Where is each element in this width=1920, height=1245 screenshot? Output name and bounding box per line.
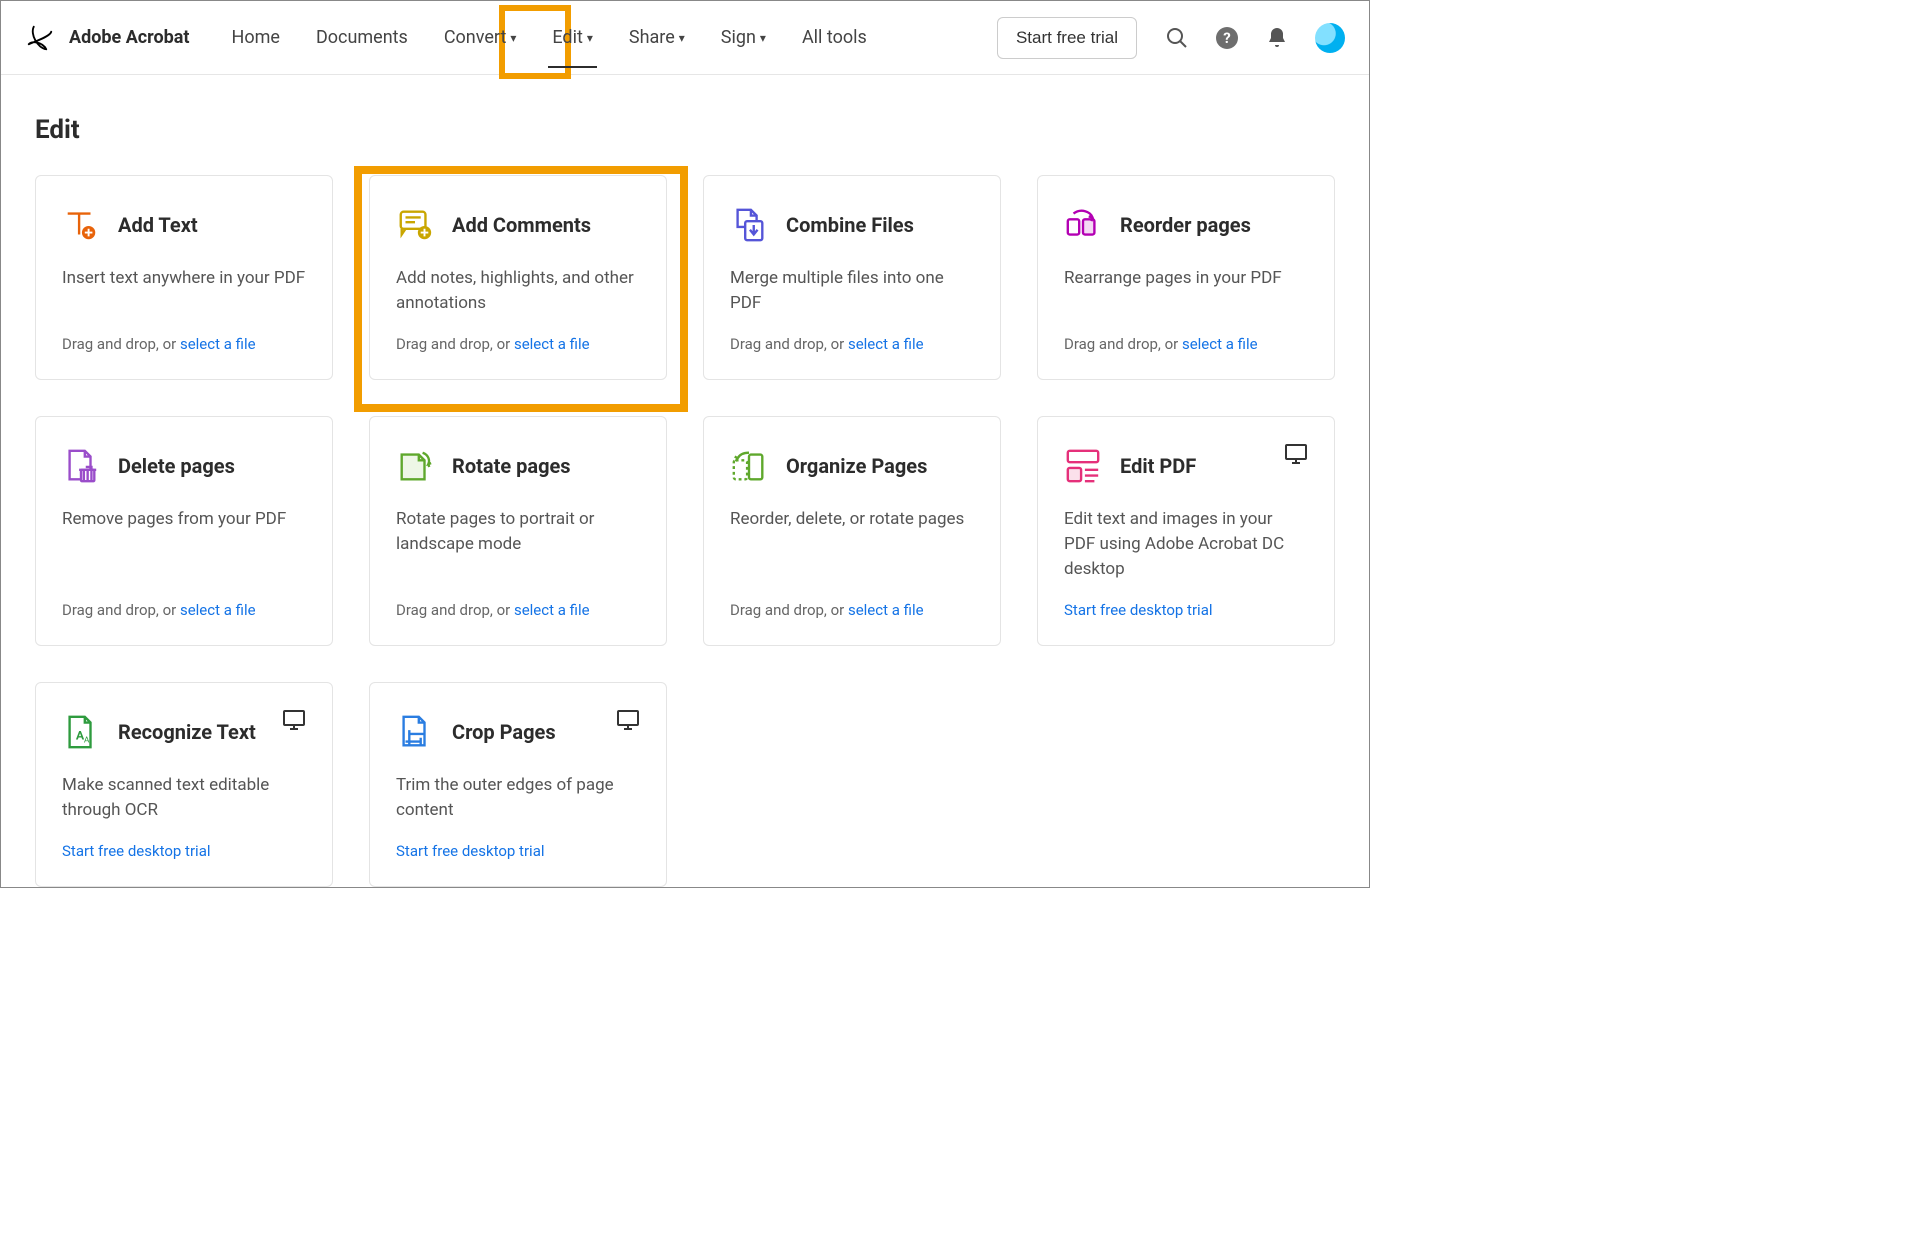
card-footer: Drag and drop, or select a file: [396, 335, 640, 353]
reorder-pages-icon: [1064, 206, 1102, 244]
desktop-trial-link[interactable]: Start free desktop trial: [62, 842, 211, 860]
card-desc: Reorder, delete, or rotate pages: [730, 507, 974, 532]
card-desc: Rearrange pages in your PDF: [1064, 266, 1308, 291]
card-footer: Start free desktop trial: [62, 842, 306, 860]
card-title: Recognize Text: [118, 720, 256, 744]
nav-all-tools[interactable]: All tools: [798, 7, 871, 68]
desktop-icon: [282, 709, 306, 731]
add-text-icon: [62, 206, 100, 244]
desktop-icon: [616, 709, 640, 731]
select-file-link[interactable]: select a file: [180, 601, 256, 619]
svg-text:?: ?: [1223, 29, 1230, 47]
organize-pages-icon: [730, 447, 768, 485]
nav-home[interactable]: Home: [228, 7, 284, 68]
card-footer: Start free desktop trial: [396, 842, 640, 860]
start-free-trial-button[interactable]: Start free trial: [997, 17, 1137, 59]
card-title: Add Text: [118, 213, 198, 237]
brand: Adobe Acrobat: [25, 23, 190, 53]
card-footer: Drag and drop, or select a file: [396, 601, 640, 619]
select-file-link[interactable]: select a file: [180, 335, 256, 353]
card-title: Edit PDF: [1120, 454, 1196, 478]
card-footer: Start free desktop trial: [1064, 601, 1308, 619]
select-file-link[interactable]: select a file: [848, 601, 924, 619]
rotate-pages-icon: [396, 447, 434, 485]
help-icon[interactable]: ?: [1215, 26, 1239, 50]
card-recognize-text[interactable]: AA Recognize Text Make scanned text edit…: [35, 682, 333, 887]
card-desc: Add notes, highlights, and other annotat…: [396, 266, 640, 315]
card-desc: Insert text anywhere in your PDF: [62, 266, 306, 291]
card-desc: Edit text and images in your PDF using A…: [1064, 507, 1308, 581]
svg-text:A: A: [84, 736, 90, 746]
bell-icon[interactable]: [1265, 26, 1289, 50]
chevron-down-icon: ▾: [587, 31, 593, 45]
card-organize-pages[interactable]: Organize Pages Reorder, delete, or rotat…: [703, 416, 1001, 646]
top-nav: Home Documents Convert▾ Edit▾ Share▾ Sig…: [228, 7, 871, 68]
card-add-comments[interactable]: Add Comments Add notes, highlights, and …: [369, 175, 667, 380]
recognize-text-icon: AA: [62, 713, 100, 751]
card-desc: Rotate pages to portrait or landscape mo…: [396, 507, 640, 556]
card-desc: Make scanned text editable through OCR: [62, 773, 306, 822]
chevron-down-icon: ▾: [760, 31, 766, 45]
card-reorder-pages[interactable]: Reorder pages Rearrange pages in your PD…: [1037, 175, 1335, 380]
card-title: Crop Pages: [452, 720, 556, 744]
card-title: Organize Pages: [786, 454, 927, 478]
card-title: Combine Files: [786, 213, 914, 237]
select-file-link[interactable]: select a file: [514, 601, 590, 619]
nav-documents[interactable]: Documents: [312, 7, 412, 68]
card-add-text[interactable]: Add Text Insert text anywhere in your PD…: [35, 175, 333, 380]
nav-edit[interactable]: Edit▾: [548, 7, 597, 68]
chevron-down-icon: ▾: [510, 31, 516, 45]
edit-pdf-icon: [1064, 447, 1102, 485]
desktop-trial-link[interactable]: Start free desktop trial: [1064, 601, 1213, 619]
card-title: Reorder pages: [1120, 213, 1251, 237]
card-rotate-pages[interactable]: Rotate pages Rotate pages to portrait or…: [369, 416, 667, 646]
card-desc: Remove pages from your PDF: [62, 507, 306, 532]
combine-files-icon: [730, 206, 768, 244]
card-delete-pages[interactable]: Delete pages Remove pages from your PDF …: [35, 416, 333, 646]
card-desc: Trim the outer edges of page content: [396, 773, 640, 822]
add-comments-icon: [396, 206, 434, 244]
select-file-link[interactable]: select a file: [1182, 335, 1258, 353]
card-footer: Drag and drop, or select a file: [62, 335, 306, 353]
page-title: Edit: [35, 115, 1335, 145]
desktop-icon: [1284, 443, 1308, 465]
card-footer: Drag and drop, or select a file: [730, 335, 974, 353]
card-combine-files[interactable]: Combine Files Merge multiple files into …: [703, 175, 1001, 380]
crop-pages-icon: [396, 713, 434, 751]
top-header: Adobe Acrobat Home Documents Convert▾ Ed…: [1, 1, 1369, 75]
desktop-trial-link[interactable]: Start free desktop trial: [396, 842, 545, 860]
card-title: Rotate pages: [452, 454, 571, 478]
card-edit-pdf[interactable]: Edit PDF Edit text and images in your PD…: [1037, 416, 1335, 646]
nav-share[interactable]: Share▾: [625, 7, 689, 68]
card-crop-pages[interactable]: Crop Pages Trim the outer edges of page …: [369, 682, 667, 887]
card-footer: Drag and drop, or select a file: [1064, 335, 1308, 353]
delete-pages-icon: [62, 447, 100, 485]
card-footer: Drag and drop, or select a file: [730, 601, 974, 619]
acrobat-logo-icon: [25, 23, 55, 53]
main-content: Edit Add Text Insert text anywhere in yo…: [1, 75, 1369, 927]
select-file-link[interactable]: select a file: [514, 335, 590, 353]
card-title: Add Comments: [452, 213, 591, 237]
nav-sign[interactable]: Sign▾: [717, 7, 770, 68]
select-file-link[interactable]: select a file: [848, 335, 924, 353]
search-icon[interactable]: [1165, 26, 1189, 50]
header-icons: ?: [1165, 23, 1345, 53]
brand-name: Adobe Acrobat: [69, 27, 190, 48]
chevron-down-icon: ▾: [679, 31, 685, 45]
nav-convert[interactable]: Convert▾: [440, 7, 521, 68]
card-desc: Merge multiple files into one PDF: [730, 266, 974, 315]
tool-grid: Add Text Insert text anywhere in your PD…: [35, 175, 1335, 887]
card-footer: Drag and drop, or select a file: [62, 601, 306, 619]
avatar[interactable]: [1315, 23, 1345, 53]
card-title: Delete pages: [118, 454, 235, 478]
